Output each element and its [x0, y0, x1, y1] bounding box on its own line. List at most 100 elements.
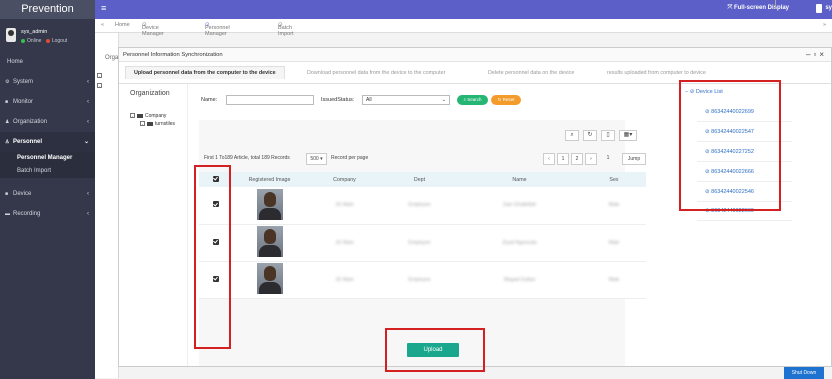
tabs-forward-icon[interactable]: »: [823, 22, 826, 28]
sidebar-item-label: Device: [13, 191, 32, 197]
tree-toggle-icon[interactable]: -: [130, 113, 135, 119]
tab-download-from-device[interactable]: Download personnel data from the device …: [307, 70, 445, 76]
folder-icon: [147, 121, 153, 126]
per-page-select[interactable]: 500 ▾: [306, 153, 327, 165]
personnel-submenu: Personnel Manager Batch Import: [0, 152, 95, 178]
online-dot-icon: [21, 38, 25, 43]
logout-link[interactable]: Logout: [52, 38, 67, 44]
gear-icon: ⚙: [5, 79, 10, 85]
next-page-button[interactable]: ›: [585, 153, 597, 165]
top-bar: ≡ ⤧ Full-screen Display sy: [95, 0, 832, 19]
page-1-button[interactable]: 1: [557, 153, 569, 165]
logout-icon[interactable]: [45, 38, 50, 43]
registered-image-cell: [232, 187, 307, 225]
chevron-left-icon: ‹: [87, 211, 89, 217]
tabs-back-icon[interactable]: «: [101, 22, 104, 28]
close-icon[interactable]: ×: [819, 50, 827, 59]
sidebar-item-batch-import[interactable]: Batch Import: [0, 165, 95, 178]
person-photo: [256, 226, 283, 257]
pager-info: First 1 To189 Article, total 189 Records: [204, 155, 290, 161]
org-title: Organization: [130, 90, 170, 97]
annotation-highlight-upload: [385, 328, 485, 372]
sidebar-item-device[interactable]: ■ Device ‹: [0, 184, 95, 204]
tree-node-company[interactable]: - Company: [130, 113, 166, 119]
tab-label: Batch Import: [278, 25, 294, 37]
frame-divider: [775, 0, 776, 9]
company-cell: JG Main: [307, 224, 382, 262]
sidebar-item-personnel[interactable]: ♙ Personnel ⌄: [0, 132, 95, 152]
table-header-row: Registered Image Company Dept Name Sex: [199, 172, 646, 187]
sidebar-item-personnel-manager[interactable]: Personnel Manager: [0, 152, 95, 165]
dialog-title: Personnel Information Synchronization: [123, 52, 223, 58]
columns-icon[interactable]: ▦▾: [619, 130, 637, 141]
tree-node-turnstiles[interactable]: - turnstiles: [140, 121, 175, 127]
search-icon[interactable]: ⌕: [565, 130, 579, 141]
annotation-highlight-checkboxes: [194, 165, 231, 349]
company-cell: JG Main: [307, 187, 382, 225]
user-name: sys_admin: [21, 29, 48, 35]
sidebar-item-label: System: [13, 79, 34, 85]
page-2-button[interactable]: 2: [571, 153, 583, 165]
col-registered-image: Registered Image: [232, 172, 307, 187]
user-status: Online Logout: [21, 38, 67, 44]
tab-upload-to-device[interactable]: Upload personnel data from the computer …: [125, 66, 285, 79]
issued-status-label: IssuedStatus:: [321, 97, 355, 103]
sidebar-item-recording[interactable]: ▬ Recording ‹: [0, 204, 95, 224]
tab-upload-results[interactable]: results uploaded from computer to device: [607, 70, 706, 76]
dialog-title-bar: Personnel Information Synchronization –▫…: [119, 48, 831, 62]
name-label: Name:: [201, 97, 218, 103]
fullscreen-button[interactable]: ⤧ Full-screen Display: [728, 5, 790, 12]
status-online-label: Online: [27, 38, 42, 44]
fullscreen-label: Full-screen Display: [733, 5, 789, 11]
top-user-name[interactable]: sy: [825, 5, 832, 11]
issued-status-select[interactable]: All ⌄: [362, 95, 450, 105]
tab-delete-on-device[interactable]: Delete personnel data on the device: [488, 70, 574, 76]
search-button[interactable]: ⌕ Search: [457, 95, 488, 105]
refresh-icon[interactable]: ↻: [583, 130, 597, 141]
table-row[interactable]: JG Main Employee Zain Ghallellah Male: [199, 187, 646, 225]
jump-button[interactable]: Jump: [622, 153, 646, 165]
name-cell: Wagad Gultan: [457, 261, 582, 299]
tree-toggle-icon: -: [97, 83, 102, 88]
annotation-highlight-devices: [679, 80, 781, 211]
jump-page-input[interactable]: 1: [601, 153, 615, 165]
tab-batch-import[interactable]: Batch Import ⊙: [278, 22, 294, 37]
sidebar-item-system[interactable]: ⚙ System ‹: [0, 72, 95, 92]
sidebar-item-organization[interactable]: ♟ Organization ‹: [0, 112, 95, 132]
per-page-label: Record per page: [331, 155, 369, 161]
reset-button[interactable]: ↻ Reset: [491, 95, 521, 105]
tab-home[interactable]: Home: [115, 22, 130, 28]
chevron-left-icon: ‹: [87, 119, 89, 125]
page-tabs: « Home Device Manager ⊙ Personnel Manage…: [95, 19, 832, 37]
sidebar-item-label: Personnel: [13, 139, 43, 145]
tab-personnel-manager[interactable]: Personnel Manager ⊙: [205, 22, 230, 37]
name-input[interactable]: [226, 95, 314, 105]
prev-page-button[interactable]: ‹: [543, 153, 555, 165]
avatar: [6, 28, 16, 42]
registered-image-cell: [232, 224, 307, 262]
sidebar: Prevention sys_admin Online Logout Home …: [0, 0, 95, 379]
col-company: Company: [307, 172, 382, 187]
chevron-left-icon: ‹: [87, 191, 89, 197]
sidebar-item-home[interactable]: Home: [0, 52, 95, 72]
toggle-view-icon[interactable]: ▯: [601, 130, 615, 141]
dialog-controls: –▫×: [806, 48, 827, 62]
chevron-left-icon: ‹: [87, 99, 89, 105]
menu-icon[interactable]: ≡: [101, 3, 106, 13]
table-row[interactable]: JG Main Employee Wagad Gultan Male: [199, 261, 646, 299]
tree-toggle-icon[interactable]: -: [140, 121, 145, 127]
background-org-label: Orga: [105, 55, 119, 61]
sidebar-item-monitor[interactable]: ■ Monitor ‹: [0, 92, 95, 112]
record-icon: ▬: [5, 211, 10, 217]
sidebar-item-label: Organization: [13, 119, 48, 125]
table-row[interactable]: JG Main Employee Ziyad Ngonzalo Male: [199, 224, 646, 262]
user-avatar-icon[interactable]: [816, 4, 822, 13]
tab-label: Device Manager: [142, 25, 164, 37]
background-org-panel: Orga - -: [95, 33, 119, 378]
sex-cell: Male: [582, 224, 646, 262]
shutdown-button[interactable]: Shut Down: [784, 367, 824, 379]
tab-device-manager[interactable]: Device Manager ⊙: [142, 22, 164, 37]
sidebar-item-label: Recording: [13, 211, 41, 217]
device-icon: ■: [5, 191, 9, 197]
tab-label: Personnel Manager: [205, 25, 230, 37]
